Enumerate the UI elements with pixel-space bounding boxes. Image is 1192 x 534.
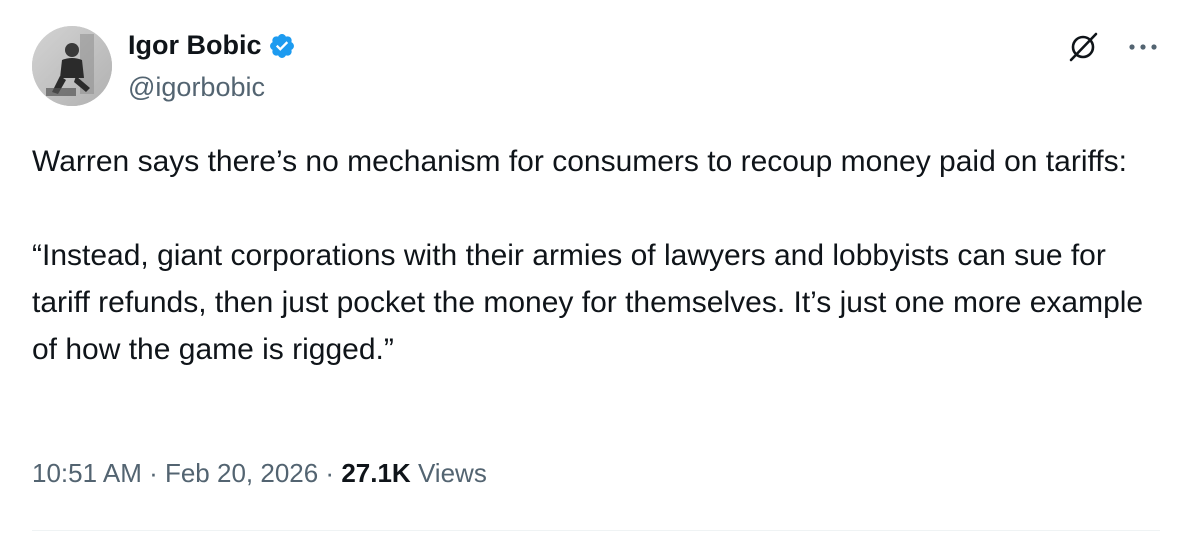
tweet-date[interactable]: Feb 20, 2026 <box>165 458 318 489</box>
author-handle[interactable]: @igorbobic <box>128 72 265 103</box>
avatar[interactable] <box>32 26 112 106</box>
tweet-paragraph: “Instead, giant corporations with their … <box>32 239 1144 366</box>
views-count: 27.1K <box>341 458 411 488</box>
tweet-meta: 10:51 AM · Feb 20, 2026 · 27.1K Views <box>32 458 487 489</box>
tweet-card: Igor Bobic @igorbobic Warren says there’… <box>0 0 1192 534</box>
grok-icon[interactable] <box>1066 30 1100 64</box>
views-label: Views <box>417 458 487 488</box>
author-name-row: Igor Bobic <box>128 30 296 61</box>
tweet-actions-top <box>1066 30 1158 64</box>
tweet-text: Warren says there’s no mechanism for con… <box>32 138 1164 373</box>
divider <box>32 530 1160 531</box>
author-display-name[interactable]: Igor Bobic <box>128 30 262 61</box>
more-icon[interactable] <box>1128 42 1158 52</box>
verified-badge-icon[interactable] <box>268 32 296 60</box>
meta-separator: · <box>141 458 165 488</box>
tweet-paragraph: Warren says there’s no mechanism for con… <box>32 145 1127 178</box>
avatar-photo <box>32 26 112 106</box>
meta-separator: · <box>318 458 342 488</box>
tweet-time[interactable]: 10:51 AM <box>32 458 142 489</box>
